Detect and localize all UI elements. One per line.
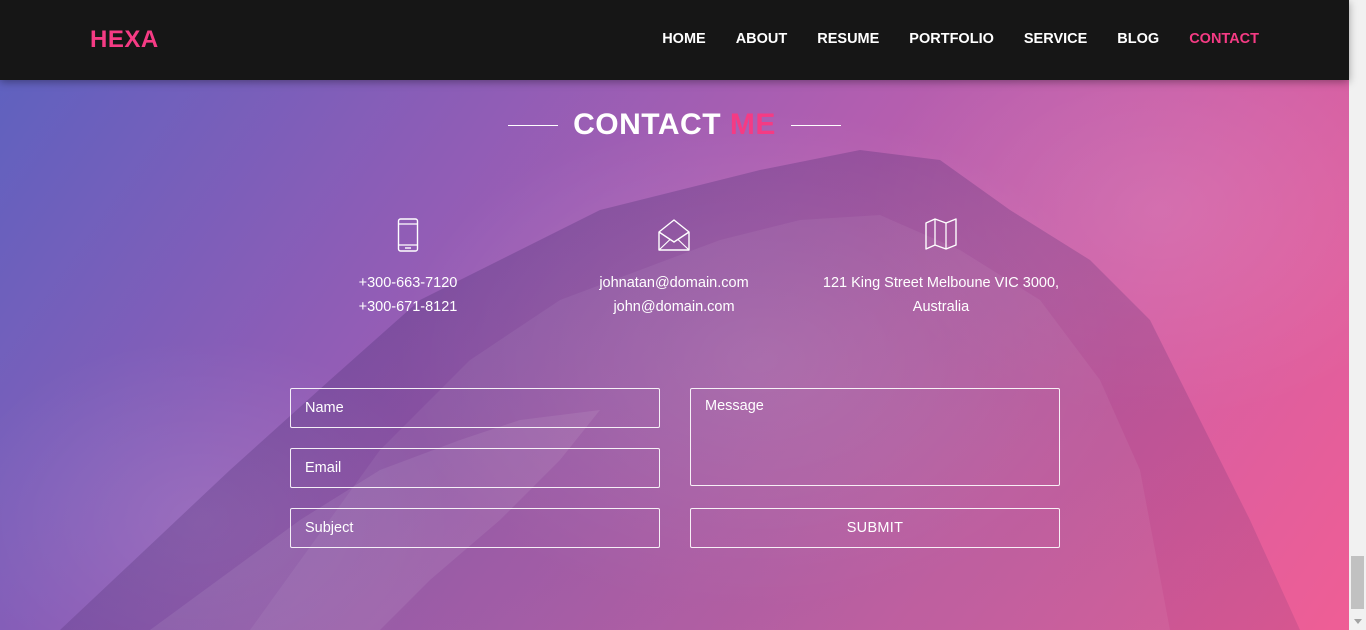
nav-about[interactable]: ABOUT: [736, 31, 788, 47]
section-title-main: CONTACT: [573, 108, 722, 141]
mobile-phone-icon: [268, 218, 548, 256]
scrollbar-thumb[interactable]: [1351, 556, 1364, 609]
subject-input[interactable]: [290, 508, 660, 548]
email-input[interactable]: [290, 448, 660, 488]
nav-contact[interactable]: CONTACT: [1189, 31, 1259, 47]
page-scrollbar[interactable]: [1349, 0, 1366, 630]
phone-line-1: +300-663-7120: [358, 275, 458, 291]
heading-line-left: [508, 124, 559, 126]
main-navigation: HOME ABOUT RESUME PORTFOLIO SERVICE BLOG…: [662, 31, 1259, 47]
email-line-1: johnatan@domain.com: [599, 275, 749, 291]
address-line-2: Australia: [912, 299, 970, 315]
nav-home[interactable]: HOME: [662, 31, 706, 47]
scroll-down-arrow-icon[interactable]: [1349, 613, 1366, 630]
nav-service[interactable]: SERVICE: [1024, 31, 1087, 47]
name-input[interactable]: [290, 388, 660, 428]
heading-line-right: [790, 124, 841, 126]
contact-section-background: CONTACT ME +300-663-7120 +300-671-8121 j…: [0, 0, 1349, 630]
message-textarea[interactable]: [690, 388, 1060, 486]
site-logo[interactable]: HEXA: [90, 26, 159, 54]
address-line-1: 121 King Street Melboune VIC 3000,: [822, 275, 1060, 291]
phone-line-2: +300-671-8121: [358, 299, 458, 315]
contact-phone: +300-663-7120 +300-671-8121: [268, 218, 548, 319]
section-title: CONTACT ME: [573, 108, 776, 142]
site-header: HEXA HOME ABOUT RESUME PORTFOLIO SERVICE…: [0, 0, 1349, 80]
submit-button[interactable]: SUBMIT: [690, 508, 1060, 548]
section-title-accent: ME: [729, 108, 776, 141]
contact-email: johnatan@domain.com john@domain.com: [534, 218, 814, 319]
nav-resume[interactable]: RESUME: [817, 31, 879, 47]
email-line-2: john@domain.com: [613, 299, 735, 315]
nav-portfolio[interactable]: PORTFOLIO: [909, 31, 994, 47]
map-icon: [801, 218, 1081, 256]
section-heading: CONTACT ME: [0, 108, 1349, 142]
contact-address: 121 King Street Melboune VIC 3000, Austr…: [801, 218, 1081, 319]
envelope-icon: [534, 218, 814, 256]
nav-blog[interactable]: BLOG: [1117, 31, 1159, 47]
